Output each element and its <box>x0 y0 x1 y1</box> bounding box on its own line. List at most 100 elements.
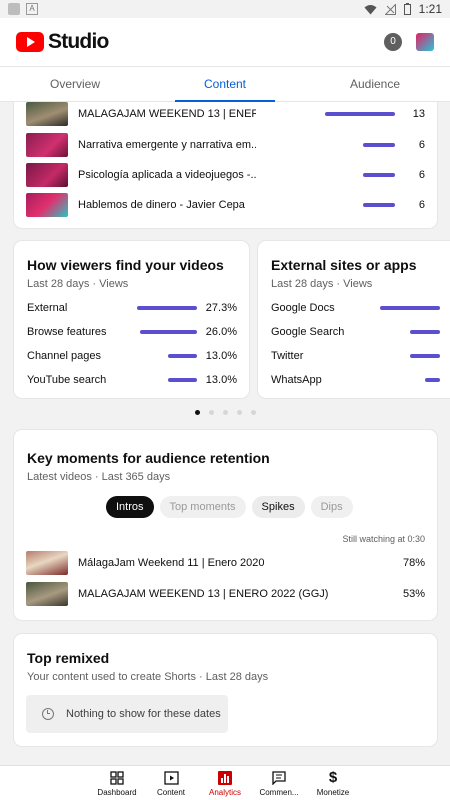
nav-comments[interactable]: Commen... <box>252 766 306 800</box>
tab-overview[interactable]: Overview <box>0 67 150 101</box>
video-row[interactable]: Narrativa emergente y narrativa em... 6 <box>26 133 425 157</box>
video-views-bar <box>362 203 395 207</box>
site-bar <box>380 306 440 310</box>
content-icon <box>163 770 179 785</box>
chip-dips[interactable]: Dips <box>310 496 353 518</box>
nav-label: Content <box>156 788 186 797</box>
site-bar <box>410 354 440 358</box>
analytics-tabs: Overview Content Audience <box>0 66 450 102</box>
logo-text: Studio <box>48 30 109 53</box>
notification-square-icon <box>8 3 20 15</box>
chip-intros[interactable]: Intros <box>106 496 154 518</box>
retention-percent: 78% <box>402 557 425 569</box>
card-subtitle: Your content used to create Shorts · Las… <box>27 671 269 683</box>
content-scroll-area[interactable]: MALAGAJAM WEEKEND 13 | ENER... 13 Narrat… <box>0 102 450 765</box>
site-label: Twitter <box>271 350 304 362</box>
youtube-play-icon <box>16 32 44 52</box>
video-title: Hablemos de dinero - Javier Cepa <box>78 199 245 211</box>
source-label: YouTube search <box>27 374 107 386</box>
site-label: Google Docs <box>271 302 335 314</box>
video-row[interactable]: Psicología aplicada a videojuegos -... 6 <box>26 163 425 187</box>
nav-monetize[interactable]: $ Monetize <box>306 766 360 800</box>
external-site-row: Twitter <box>271 349 440 363</box>
video-views-count: 6 <box>418 139 425 151</box>
key-moments-card: Key moments for audience retention Lates… <box>14 430 437 620</box>
account-avatar[interactable] <box>416 33 434 51</box>
chip-top-moments[interactable]: Top moments <box>159 496 246 518</box>
card-subtitle: Last 28 days · Views <box>271 278 373 290</box>
video-views-count: 6 <box>418 199 425 211</box>
signal-icon <box>384 3 396 15</box>
comments-icon <box>272 770 286 785</box>
carousel-pagination[interactable] <box>0 410 450 415</box>
video-thumbnail <box>26 133 68 157</box>
carousel-dot[interactable] <box>194 410 200 415</box>
nav-label: Commen... <box>259 788 299 797</box>
video-views-count: 13 <box>412 108 425 120</box>
external-sites-card[interactable]: External sites or apps Last 28 days · Vi… <box>258 241 450 398</box>
card-subtitle: Last 28 days · Views <box>27 278 129 290</box>
external-site-row: WhatsApp <box>271 373 440 387</box>
nav-analytics[interactable]: Analytics <box>198 766 252 800</box>
dashboard-icon <box>110 770 124 785</box>
video-title: MALAGAJAM WEEKEND 13 | ENERO 2022 (GGJ) <box>78 588 329 600</box>
video-row[interactable]: MALAGAJAM WEEKEND 13 | ENER... 13 <box>26 102 425 126</box>
still-watching-label: Still watching at 0:30 <box>342 534 425 544</box>
battery-icon <box>403 3 411 15</box>
app-header: Studio 0 <box>0 18 450 66</box>
source-label: External <box>27 302 68 314</box>
video-row[interactable]: Hablemos de dinero - Javier Cepa 6 <box>26 193 425 217</box>
traffic-sources-card[interactable]: How viewers find your videos Last 28 day… <box>14 241 249 398</box>
video-views-bar <box>362 143 395 147</box>
empty-state: Nothing to show for these dates <box>26 695 228 733</box>
video-thumbnail <box>26 582 68 606</box>
card-subtitle: Latest videos · Last 365 days <box>27 471 171 483</box>
youtube-studio-logo[interactable]: Studio <box>16 30 109 54</box>
carousel-dot[interactable] <box>236 410 242 415</box>
top-videos-card: MALAGAJAM WEEKEND 13 | ENER... 13 Narrat… <box>14 102 437 228</box>
carousel-dot[interactable] <box>208 410 214 415</box>
app-notification-icon: A <box>26 3 38 15</box>
video-thumbnail <box>26 193 68 217</box>
external-site-row: Google Docs <box>271 301 440 315</box>
traffic-source-row: Channel pages 13.0% <box>27 349 237 363</box>
nav-label: Analytics <box>208 788 241 797</box>
site-bar <box>410 330 440 334</box>
carousel-dot[interactable] <box>222 410 228 415</box>
status-icons: 1:21 <box>364 2 442 16</box>
site-label: WhatsApp <box>271 374 322 386</box>
analytics-icon <box>218 770 232 785</box>
card-title: Top remixed <box>27 650 110 666</box>
carousel-dot[interactable] <box>250 410 256 415</box>
chip-spikes[interactable]: Spikes <box>251 496 305 518</box>
video-title: Narrativa emergente y narrativa em... <box>78 139 256 151</box>
traffic-source-row: Browse features 26.0% <box>27 325 237 339</box>
clock-icon <box>42 708 54 720</box>
tab-content[interactable]: Content <box>150 67 300 102</box>
monetize-icon: $ <box>328 769 338 786</box>
retention-row[interactable]: MALAGAJAM WEEKEND 13 | ENERO 2022 (GGJ) … <box>26 582 425 606</box>
card-title: External sites or apps <box>271 257 417 273</box>
retention-row[interactable]: MálagaJam Weekend 11 | Enero 2020 78% <box>26 551 425 575</box>
bottom-navigation: Dashboard Content Analytics Commen... $ … <box>0 765 450 800</box>
tab-audience[interactable]: Audience <box>300 67 450 101</box>
moment-filter-chips: Intros Top moments Spikes Dips <box>106 496 353 518</box>
notification-count-badge[interactable]: 0 <box>384 33 402 51</box>
status-time: 1:21 <box>418 2 442 16</box>
source-percent: 13.0% <box>205 350 237 362</box>
video-thumbnail <box>26 102 68 126</box>
source-percent: 13.0% <box>205 374 237 386</box>
top-remixed-card: Top remixed Your content used to create … <box>14 634 437 746</box>
video-title: MALAGAJAM WEEKEND 13 | ENER... <box>78 108 256 120</box>
nav-dashboard[interactable]: Dashboard <box>90 766 144 800</box>
retention-percent: 53% <box>402 588 425 600</box>
nav-label: Monetize <box>316 788 350 797</box>
video-title: Psicología aplicada a videojuegos -... <box>78 169 256 181</box>
source-percent: 27.3% <box>205 302 237 314</box>
source-bar <box>140 330 197 334</box>
card-title: Key moments for audience retention <box>27 450 270 466</box>
wifi-icon <box>364 4 377 14</box>
source-bar <box>137 306 197 310</box>
nav-content[interactable]: Content <box>144 766 198 800</box>
site-bar <box>425 378 440 382</box>
